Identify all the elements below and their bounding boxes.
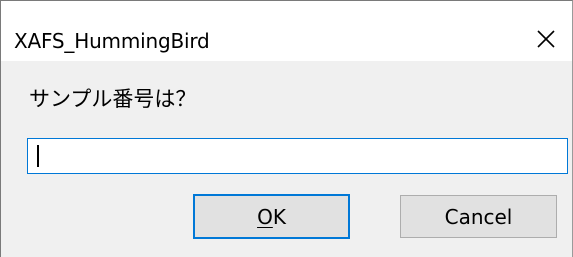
ok-mnemonic: O: [257, 204, 273, 229]
dialog-body: サンプル番号は？ OK Cancel: [1, 61, 572, 257]
sample-number-input[interactable]: [27, 138, 568, 174]
title-bar: XAFS_HummingBird: [1, 1, 572, 61]
window-title: XAFS_HummingBird: [14, 29, 210, 53]
cancel-button[interactable]: Cancel: [400, 195, 557, 238]
input-dialog: XAFS_HummingBird サンプル番号は？ OK Cancel: [0, 0, 573, 257]
ok-button[interactable]: OK: [193, 194, 350, 239]
prompt-label: サンプル番号は？: [29, 87, 197, 111]
text-caret: [37, 145, 39, 167]
close-button[interactable]: [526, 21, 566, 57]
ok-label-rest: K: [272, 204, 286, 229]
close-icon: [537, 30, 555, 48]
